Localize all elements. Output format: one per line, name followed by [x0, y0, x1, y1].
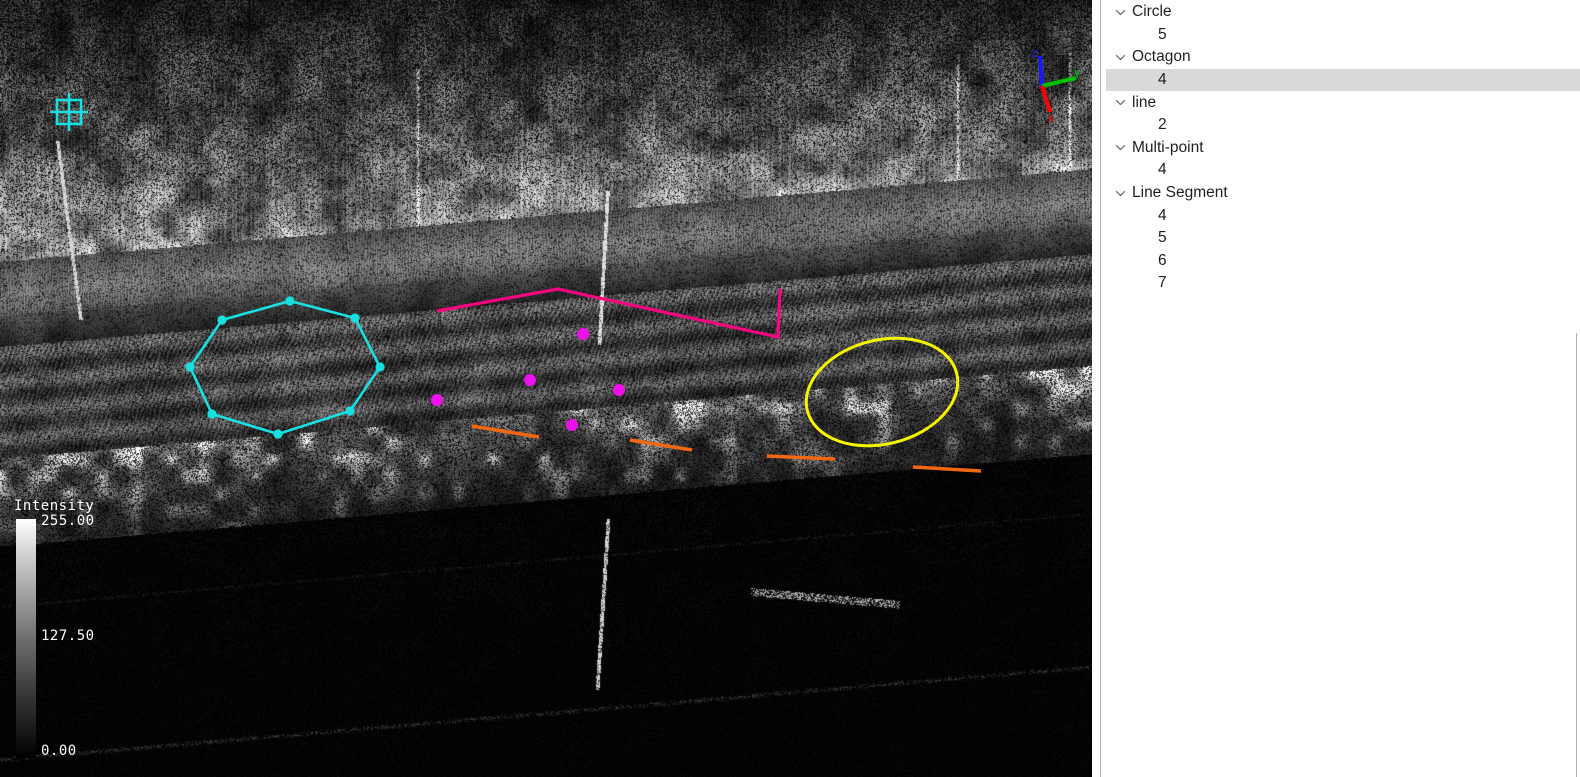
tree-child-item[interactable]: 5	[1106, 227, 1580, 250]
line-segment-annotations[interactable]	[471, 424, 982, 473]
tree-child-item[interactable]: 5	[1106, 24, 1580, 47]
tree-group-line-segment: Line Segment 4 5 6 7	[1106, 182, 1580, 295]
ellipse-annotation[interactable]	[795, 323, 970, 461]
tree-child-item[interactable]: 7	[1106, 272, 1580, 295]
tree-group-row[interactable]: Multi-point	[1106, 137, 1580, 160]
chevron-down-icon[interactable]	[1111, 182, 1129, 204]
tree-group-row[interactable]: Octagon	[1106, 46, 1580, 69]
tree-group-line: line 2	[1106, 91, 1580, 136]
annotation-tree-panel[interactable]: Circle 5 Octagon 4 line 2 Multi-point 4 Line Seg…	[1106, 0, 1580, 777]
annotation-overlay	[50, 93, 982, 473]
tree-child-item[interactable]: 4	[1106, 68, 1580, 92]
chevron-down-icon[interactable]	[1111, 137, 1129, 159]
tree-group-label: Line Segment	[1132, 184, 1228, 202]
panel-right-border	[1576, 333, 1577, 777]
tree-group-octagon: Octagon 4	[1106, 46, 1580, 92]
tree-group-row[interactable]: Line Segment	[1106, 182, 1580, 205]
panel-divider[interactable]	[1092, 0, 1106, 777]
tree-child-label: 5	[1158, 229, 1167, 247]
tree-group-label: Circle	[1132, 3, 1172, 21]
tree-child-item[interactable]: 2	[1106, 114, 1580, 137]
tree-child-label: 4	[1158, 161, 1167, 179]
polyline-annotation[interactable]	[436, 287, 782, 339]
crosshair-target-cursor	[50, 93, 88, 131]
tree-child-item[interactable]: 4	[1106, 204, 1580, 227]
tree-group-multi-point: Multi-point 4	[1106, 137, 1580, 182]
chevron-down-icon[interactable]	[1111, 92, 1129, 114]
annotation-tree: Circle 5 Octagon 4 line 2 Multi-point 4 Line Seg…	[1106, 0, 1580, 295]
chevron-down-icon[interactable]	[1111, 46, 1129, 68]
tree-child-label: 4	[1158, 206, 1167, 224]
tree-child-item[interactable]: 4	[1106, 159, 1580, 182]
chevron-down-icon[interactable]	[1111, 1, 1129, 23]
application-window: Intensity 255.00 127.50 0.00 z y x Circl	[0, 0, 1580, 777]
point-cloud-3d-view[interactable]: Intensity 255.00 127.50 0.00 z y x	[0, 0, 1092, 777]
tree-child-item[interactable]: 6	[1106, 250, 1580, 273]
multi-point-annotations[interactable]	[431, 328, 625, 431]
tree-child-label: 2	[1158, 116, 1167, 134]
tree-child-label: 4	[1158, 71, 1167, 89]
tree-child-label: 7	[1158, 274, 1167, 292]
tree-group-label: line	[1132, 93, 1157, 111]
tree-group-row[interactable]: Circle	[1106, 1, 1580, 24]
tree-child-label: 6	[1158, 251, 1167, 269]
octagon-annotation[interactable]	[185, 296, 385, 439]
tree-group-label: Multi-point	[1132, 138, 1204, 156]
tree-group-circle: Circle 5	[1106, 1, 1580, 46]
tree-group-label: Octagon	[1132, 48, 1191, 66]
tree-group-row[interactable]: line	[1106, 91, 1580, 114]
tree-child-label: 5	[1158, 25, 1167, 43]
